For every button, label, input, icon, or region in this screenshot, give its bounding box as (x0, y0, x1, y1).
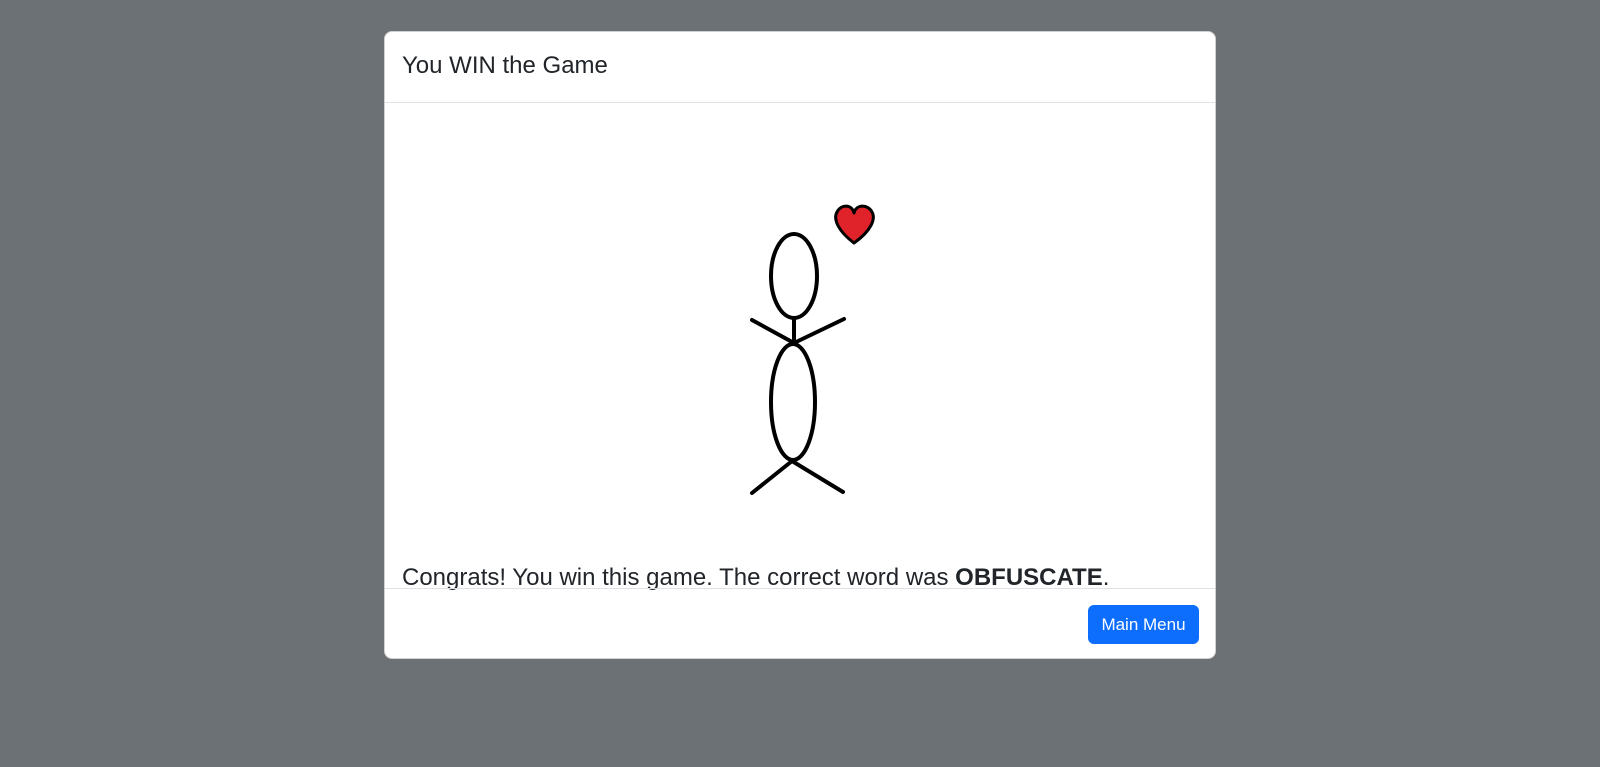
win-dialog: You WIN the Game Congrats! You win this … (384, 31, 1216, 659)
stick-figure-with-heart-icon (750, 204, 875, 495)
stick-figure-body (769, 342, 817, 462)
dialog-body: Congrats! You win this game. The correct… (385, 103, 1215, 591)
stick-figure-left-leg (750, 459, 794, 495)
stick-figure-left-arm (750, 318, 796, 345)
dialog-footer: Main Menu (385, 588, 1215, 658)
answer-word: OBFUSCATE (955, 564, 1103, 591)
dialog-header: You WIN the Game (385, 32, 1215, 103)
dialog-title: You WIN the Game (402, 52, 608, 79)
main-menu-button[interactable]: Main Menu (1088, 605, 1199, 644)
stick-figure-right-arm (792, 317, 846, 345)
heart-icon (834, 204, 875, 245)
stick-figure-right-leg (790, 459, 845, 494)
win-message-end: . (1102, 564, 1110, 591)
win-message-text: Congrats! You win this game. The correct… (402, 564, 956, 591)
stick-figure-head (769, 232, 819, 320)
